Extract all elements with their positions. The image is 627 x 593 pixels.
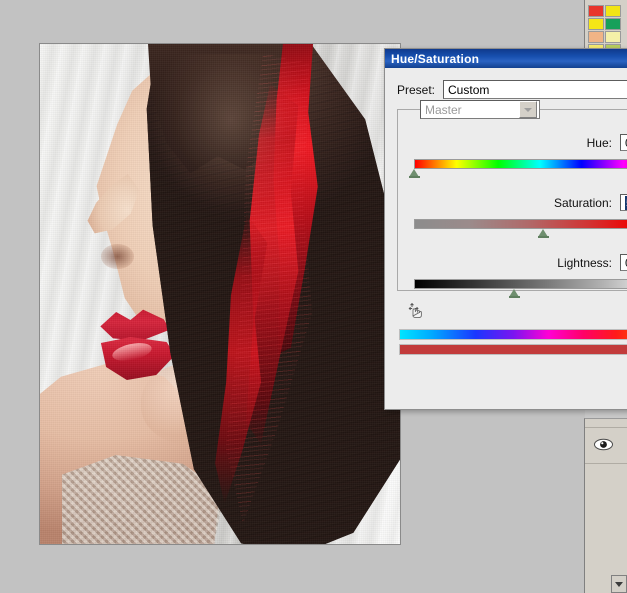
panel-sliver — [585, 0, 627, 48]
lightness-gradient-track[interactable] — [414, 279, 627, 289]
saturation-track-wrap[interactable] — [406, 219, 627, 238]
lightness-label: Lightness: — [557, 256, 612, 270]
lightness-head: Lightness: 0 — [406, 254, 627, 271]
photoshop-window: Hue/Saturation Preset: Custom Master — [0, 0, 627, 593]
hue-label: Hue: — [587, 136, 612, 150]
channel-dropdown[interactable]: Master — [420, 100, 540, 119]
saturation-label: Saturation: — [554, 196, 612, 210]
channel-select[interactable]: Master — [420, 100, 540, 119]
dialog-title: Hue/Saturation — [391, 52, 479, 66]
hue-head: Hue: 0 — [406, 134, 627, 151]
dialog-body: Preset: Custom Master Hue: — [385, 68, 627, 355]
result-color-bar[interactable] — [399, 344, 627, 355]
lightness-slider-thumb[interactable] — [509, 289, 520, 298]
layers-panel[interactable] — [584, 418, 627, 593]
saturation-head: Saturation: 55 — [406, 194, 627, 211]
photo-hair-highlight — [148, 54, 314, 274]
lightness-track-wrap[interactable] — [406, 279, 627, 298]
lightness-slider-block: Lightness: 0 — [406, 254, 627, 298]
saturation-slider-thumb[interactable] — [538, 229, 549, 238]
preset-label: Preset: — [397, 83, 435, 97]
hue-slider-thumb[interactable] — [409, 169, 420, 178]
color-bars — [399, 329, 627, 355]
tools-row — [399, 299, 627, 321]
hue-input[interactable]: 0 — [620, 134, 627, 151]
preset-row: Preset: Custom — [397, 80, 627, 99]
dialog-titlebar[interactable]: Hue/Saturation — [385, 49, 627, 68]
chevron-down-icon[interactable] — [611, 575, 627, 593]
saturation-input[interactable]: 55 — [620, 194, 627, 211]
saturation-slider-block: Saturation: 55 — [406, 194, 627, 238]
on-image-adjustment-hand-icon[interactable] — [405, 299, 427, 319]
channel-value: Master — [421, 103, 519, 117]
chevron-down-icon[interactable] — [519, 101, 537, 118]
hue-gradient-track[interactable] — [414, 159, 627, 169]
hue-saturation-dialog[interactable]: Hue/Saturation Preset: Custom Master — [384, 48, 627, 410]
spectrum-bar[interactable] — [399, 329, 627, 340]
photo-nostril — [101, 244, 133, 269]
preset-input[interactable]: Custom — [443, 80, 627, 99]
saturation-gradient-track[interactable] — [414, 219, 627, 229]
hue-slider-block: Hue: 0 — [406, 134, 627, 178]
adjustment-group: Master Hue: 0 — [397, 109, 627, 291]
photo-canvas[interactable] — [40, 44, 400, 544]
preset-value: Custom — [448, 83, 489, 97]
eye-icon[interactable] — [593, 437, 613, 451]
hue-track-wrap[interactable] — [406, 159, 627, 178]
lightness-input[interactable]: 0 — [620, 254, 627, 271]
